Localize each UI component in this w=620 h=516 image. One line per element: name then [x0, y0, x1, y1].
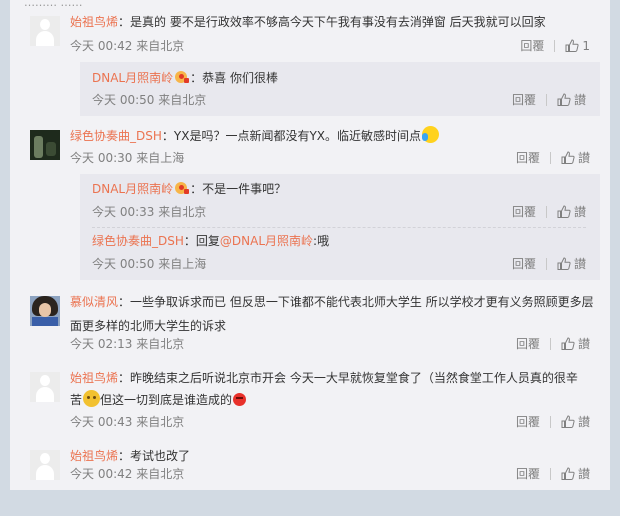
- thumbs-up-icon: [561, 467, 575, 480]
- reply-button[interactable]: 回覆: [520, 39, 544, 53]
- reply-username[interactable]: DNAL月照南岭: [92, 71, 173, 85]
- reply-box: DNAL月照南岭 ：恭喜 你们很棒 今天 00:50 来自北京 回覆讃: [80, 62, 600, 116]
- like-button[interactable]: 讃: [561, 151, 590, 165]
- divider: [545, 258, 547, 270]
- divider: [545, 94, 547, 106]
- reply-button[interactable]: 回覆: [516, 415, 540, 429]
- like-button[interactable]: 讃: [561, 415, 590, 429]
- divider: [549, 338, 551, 350]
- comment-content: 绿色协奏曲_DSH：YX是吗？一点新闻都没有YX。临近敏感时间点: [70, 124, 600, 148]
- reply-divider: [92, 227, 586, 228]
- comment-username[interactable]: 始祖鸟烯: [70, 449, 118, 463]
- clipped-top-text: ……… ……: [24, 0, 83, 9]
- laugh-cry-emoji-icon: [422, 126, 440, 143]
- comment-content: 慕似清风：一些争取诉求而已 但反思一下谁都不能代表北师大学生 所以学校才更有义务…: [70, 295, 594, 333]
- comment-username[interactable]: 始祖鸟烯: [70, 15, 118, 29]
- like-label: 讃: [577, 415, 590, 429]
- divider: [549, 152, 551, 164]
- like-label: 讃: [573, 205, 586, 219]
- thumbs-up-icon: [557, 257, 571, 270]
- member-badge-icon: [174, 70, 190, 84]
- like-label: 讃: [573, 257, 586, 271]
- thumbs-up-icon: [565, 39, 579, 52]
- thumbs-up-icon: [561, 337, 575, 350]
- comment-list: ……… …… 始祖鸟烯：是真的 要不是行政效率不够高今天下午我有事没有去消弹窗 …: [10, 0, 610, 490]
- default-avatar-icon[interactable]: [30, 450, 60, 480]
- comment-content: 始祖鸟烯：昨晚结束之后听说北京市开会 今天一大早就恢复堂食了（当然食堂工作人员真…: [70, 371, 578, 385]
- comment-content-line2: 苦 但这一切到底是谁造成的: [70, 388, 600, 412]
- thumbs-up-icon: [557, 205, 571, 218]
- reply-username[interactable]: 绿色协奏曲_DSH: [92, 234, 184, 248]
- default-avatar-icon[interactable]: [30, 372, 60, 402]
- comment-text: 苦: [70, 393, 83, 407]
- reply-text: 不是一件事吧？: [202, 182, 287, 196]
- comment-item: 绿色协奏曲_DSH：YX是吗？一点新闻都没有YX。临近敏感时间点 今天 00:3…: [10, 126, 610, 280]
- like-label: 讃: [577, 151, 590, 165]
- like-button[interactable]: 讃: [561, 337, 590, 351]
- like-count: 1: [582, 39, 590, 53]
- reply-button[interactable]: 回覆: [512, 257, 536, 271]
- crying-emoji-icon: [83, 390, 101, 407]
- like-button[interactable]: 讃: [557, 257, 586, 271]
- reply-box: DNAL月照南岭 ：不是一件事吧？ 今天 00:33 来自北京 回覆讃 绿色协奏曲…: [80, 174, 600, 280]
- comment-item: 始祖鸟烯：昨晚结束之后听说北京市开会 今天一大早就恢复堂食了（当然食堂工作人员真…: [10, 371, 610, 434]
- like-label: 讃: [577, 467, 590, 481]
- reply-text: :哦: [313, 234, 330, 248]
- comment-username[interactable]: 绿色协奏曲_DSH: [70, 129, 162, 143]
- like-button[interactable]: 讃: [561, 467, 590, 481]
- comment-time: 今天 00:42 来自北京: [70, 467, 185, 481]
- divider: [545, 206, 547, 218]
- comment-username[interactable]: 始祖鸟烯: [70, 371, 118, 385]
- divider: [554, 40, 556, 52]
- comment-item: 始祖鸟烯：考试也改了 今天 00:42 来自北京 回覆讃: [10, 449, 610, 490]
- member-badge-icon: [174, 181, 190, 195]
- reply-button[interactable]: 回覆: [516, 151, 540, 165]
- thumbs-up-icon: [561, 151, 575, 164]
- mention-link[interactable]: @DNAL月照南岭: [220, 234, 313, 248]
- comment-time: 今天 00:30 来自上海: [70, 151, 185, 165]
- comment-text: YX是吗？一点新闻都没有YX。临近敏感时间点: [173, 129, 422, 143]
- angry-emoji-icon: [233, 393, 247, 406]
- reply-button[interactable]: 回覆: [516, 337, 540, 351]
- comment-content: 始祖鸟烯：是真的 要不是行政效率不够高今天下午我有事没有去消弹窗 后天我就可以回…: [70, 15, 546, 29]
- reply-button[interactable]: 回覆: [512, 93, 536, 107]
- comment-text: 是真的 要不是行政效率不够高今天下午我有事没有去消弹窗 后天我就可以回家: [130, 15, 546, 29]
- thumbs-up-icon: [557, 93, 571, 106]
- comment-meta: 今天 00:42 来自北京 回覆 1: [70, 36, 600, 56]
- reply-time: 今天 00:50 来自北京: [92, 93, 207, 107]
- user-avatar[interactable]: [30, 296, 60, 326]
- like-button[interactable]: 讃: [557, 93, 586, 107]
- reply-button[interactable]: 回覆: [516, 467, 540, 481]
- comment-username[interactable]: 慕似清风: [70, 295, 118, 309]
- reply-prefix: 回复: [195, 234, 220, 248]
- comment-text: 但这一切到底是谁造成的: [100, 393, 233, 407]
- comment-text: 考试也改了: [130, 449, 191, 463]
- comment-time: 今天 02:13 来自北京: [70, 337, 185, 351]
- comment-time: 今天 00:43 来自北京: [70, 415, 185, 429]
- default-avatar-icon[interactable]: [30, 16, 60, 46]
- like-button[interactable]: 1: [565, 39, 590, 53]
- comment-text: 一些争取诉求而已 但反思一下谁都不能代表北师大学生 所以学校才更有义务照顾更多层…: [70, 295, 594, 333]
- reply-text: 恭喜 你们很棒: [202, 71, 278, 85]
- divider: [549, 468, 551, 480]
- comment-time: 今天 00:42 来自北京: [70, 39, 185, 53]
- comment-item: 慕似清风：一些争取诉求而已 但反思一下谁都不能代表北师大学生 所以学校才更有义务…: [10, 295, 610, 356]
- comment-text: 昨晚结束之后听说北京市开会 今天一大早就恢复堂食了（当然食堂工作人员真的很辛: [130, 371, 578, 385]
- like-label: 讃: [573, 93, 586, 107]
- like-button[interactable]: 讃: [557, 205, 586, 219]
- thumbs-up-icon: [561, 415, 575, 428]
- reply-username[interactable]: DNAL月照南岭: [92, 182, 173, 196]
- reply-button[interactable]: 回覆: [512, 205, 536, 219]
- user-avatar[interactable]: [30, 130, 60, 160]
- like-label: 讃: [577, 337, 590, 351]
- reply-time: 今天 00:50 来自上海: [92, 257, 207, 271]
- divider: [549, 416, 551, 428]
- reply-time: 今天 00:33 来自北京: [92, 205, 207, 219]
